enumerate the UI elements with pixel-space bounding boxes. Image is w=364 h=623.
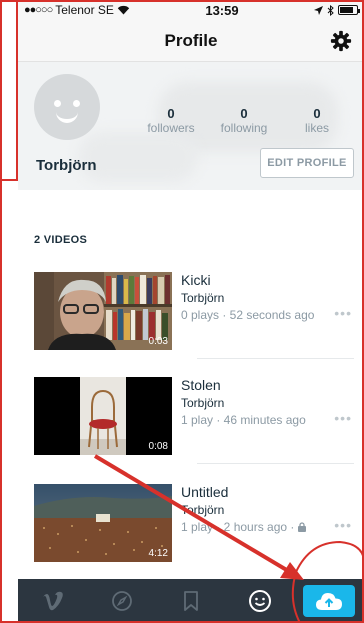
row-divider <box>197 463 354 464</box>
tab-home[interactable] <box>18 579 87 623</box>
tab-upload[interactable] <box>295 579 364 623</box>
likes-label: likes <box>304 121 329 135</box>
lock-icon <box>297 522 306 532</box>
compass-icon <box>111 591 132 611</box>
video-item-stolen[interactable]: 0:08 Stolen Torbjörn 1 play · 46 minutes… <box>34 377 354 464</box>
signal-dots-icon: ●●○○○ <box>24 4 53 16</box>
annotation-corner-box <box>0 0 18 181</box>
battery-icon <box>338 5 360 15</box>
video-meta: 1 play · 46 minutes ago <box>181 413 306 427</box>
more-options-icon[interactable]: ••• <box>334 517 352 533</box>
video-title[interactable]: Stolen <box>181 377 221 393</box>
video-thumbnail[interactable]: 4:12 <box>34 484 172 562</box>
upload-cloud-icon <box>316 593 343 610</box>
profile-username: Torbjörn <box>36 157 97 174</box>
stat-likes[interactable]: 0 likes <box>286 106 348 135</box>
avatar[interactable] <box>34 74 100 140</box>
page-title: Profile <box>164 30 218 50</box>
carrier-group: ●●○○○ Telenor SE <box>24 3 130 17</box>
phone-screen: ●●○○○ Telenor SE 13:59 Profile 0 followe… <box>18 0 364 623</box>
video-owner[interactable]: Torbjörn <box>181 396 224 410</box>
tab-explore[interactable] <box>87 579 156 623</box>
following-count: 0 <box>240 106 248 121</box>
status-time: 13:59 <box>205 2 239 18</box>
profile-smiley-icon <box>249 590 272 612</box>
tab-bar <box>18 579 364 623</box>
edit-profile-button[interactable]: EDIT PROFILE <box>260 148 354 178</box>
nav-bar: Profile <box>18 20 364 62</box>
stat-followers[interactable]: 0 followers <box>140 106 202 135</box>
status-right <box>314 4 360 16</box>
avatar-mouth <box>56 112 78 123</box>
row-divider <box>197 358 354 359</box>
video-duration: 4:12 <box>148 548 168 559</box>
bluetooth-icon <box>327 4 334 16</box>
profile-header: 0 followers 0 following 0 likes Torbjörn… <box>18 62 364 190</box>
avatar-eye-right <box>73 100 80 107</box>
video-title[interactable]: Untitled <box>181 484 228 500</box>
more-options-icon[interactable]: ••• <box>334 410 352 426</box>
video-thumbnail[interactable]: 0:08 <box>34 377 172 455</box>
vimeo-logo-icon <box>42 591 63 611</box>
video-owner[interactable]: Torbjörn <box>181 503 224 517</box>
video-meta-text: 1 play · 2 hours ago · <box>181 520 298 534</box>
more-options-icon[interactable]: ••• <box>334 305 352 321</box>
wifi-icon <box>117 5 130 15</box>
video-item-untitled[interactable]: 4:12 Untitled Torbjörn 1 play · 2 hours … <box>34 484 354 562</box>
videos-count-heading: 2 VIDEOS <box>34 234 88 246</box>
video-duration: 0:03 <box>148 336 168 347</box>
tab-profile[interactable] <box>226 579 295 623</box>
stat-following[interactable]: 0 following <box>213 106 275 135</box>
following-label: following <box>220 121 268 135</box>
bookmark-icon <box>184 591 198 611</box>
video-duration: 0:08 <box>148 441 168 452</box>
video-thumbnail[interactable]: 0:03 <box>34 272 172 350</box>
gear-icon[interactable] <box>330 30 352 52</box>
likes-count: 0 <box>313 106 321 121</box>
upload-button[interactable] <box>303 585 356 617</box>
avatar-eye-left <box>54 100 61 107</box>
followers-label: followers <box>147 121 195 135</box>
location-arrow-icon <box>314 5 323 15</box>
followers-count: 0 <box>167 106 175 121</box>
video-meta: 1 play · 2 hours ago · <box>181 520 306 534</box>
video-meta: 0 plays · 52 seconds ago <box>181 308 315 322</box>
video-item-kicki[interactable]: 0:03 Kicki Torbjörn 0 plays · 52 seconds… <box>34 272 354 359</box>
battery-fill <box>340 7 353 13</box>
video-title[interactable]: Kicki <box>181 272 211 288</box>
videos-section-header: 2 VIDEOS <box>18 190 364 252</box>
status-bar: ●●○○○ Telenor SE 13:59 <box>18 0 364 20</box>
video-owner[interactable]: Torbjörn <box>181 291 224 305</box>
tab-watch-later[interactable] <box>156 579 225 623</box>
carrier-name: Telenor SE <box>55 3 114 17</box>
